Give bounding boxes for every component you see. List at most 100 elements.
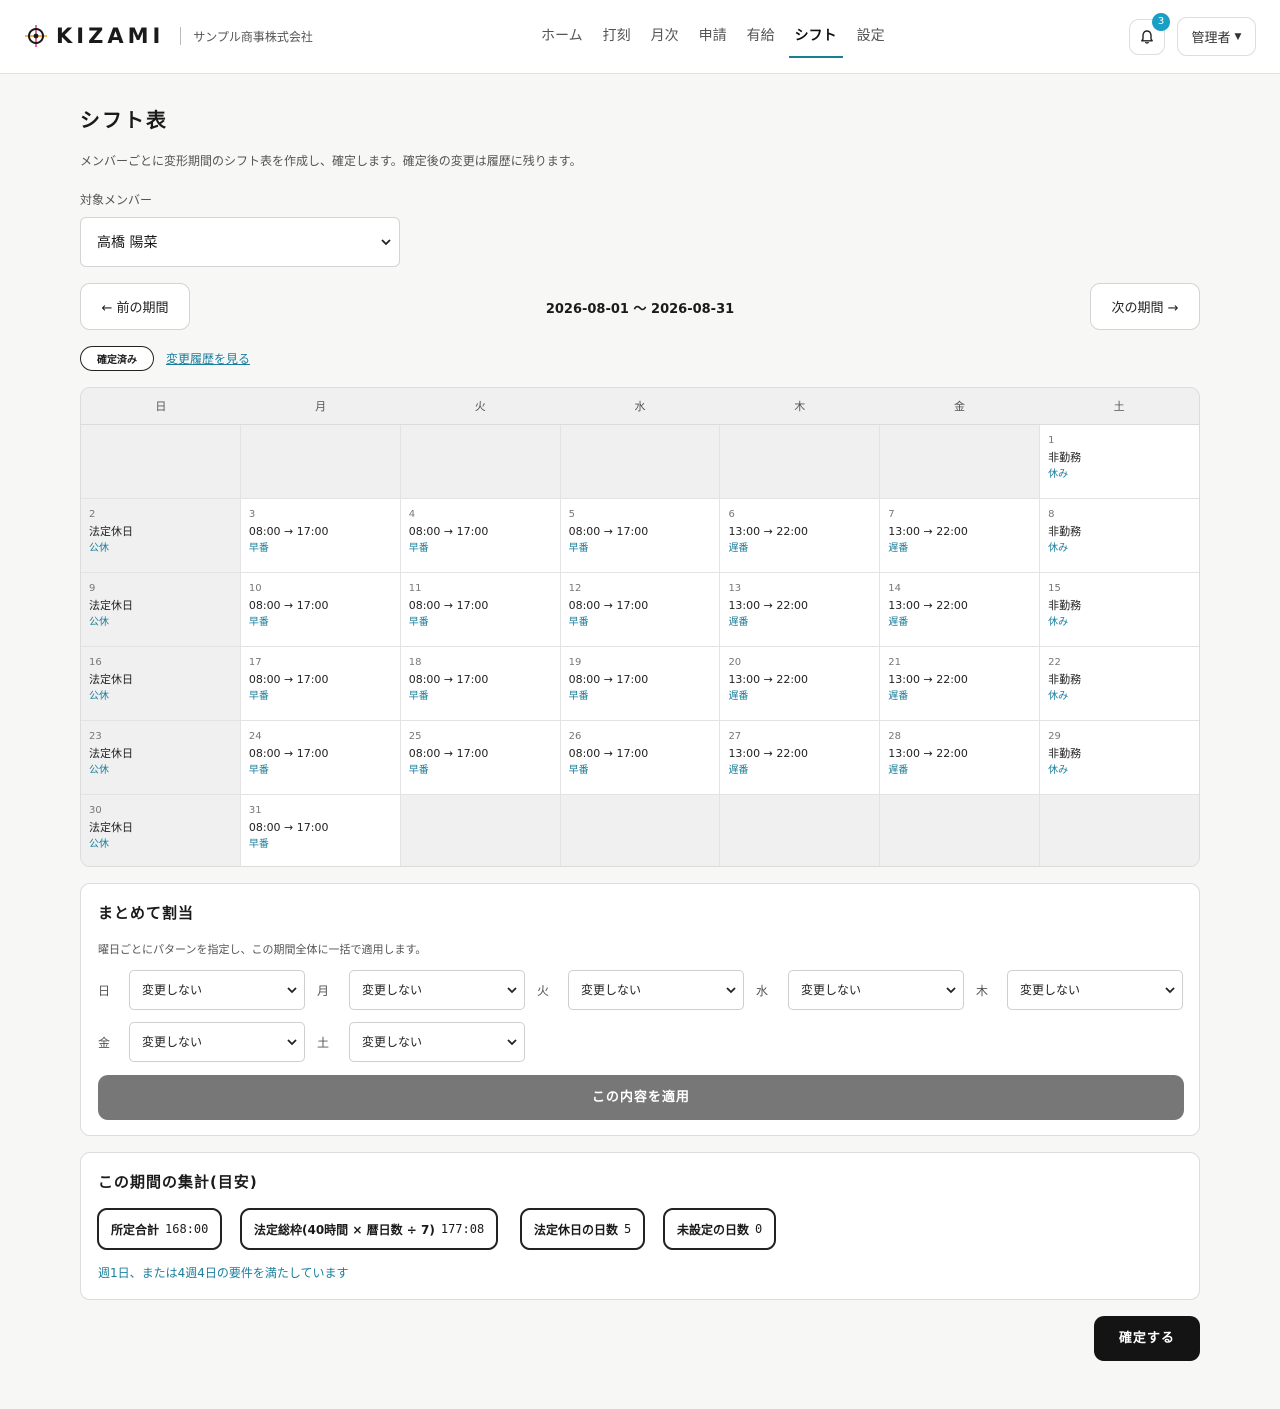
- logo[interactable]: KIZAMI サンプル商事株式会社: [24, 24, 313, 48]
- shift-time: 08:00 → 17:00: [248, 821, 329, 834]
- day-number: 22: [1048, 657, 1061, 668]
- calendar-day-cell[interactable]: 7 13:00 → 22:00 遅番: [880, 499, 1041, 572]
- dow-select-sat[interactable]: 変更しない: [349, 1022, 525, 1062]
- chip-label: 法定休日の日数: [534, 1222, 619, 1237]
- logo-icon: [24, 24, 48, 48]
- calendar-day-cell[interactable]: 3 08:00 → 17:00 早番: [240, 499, 401, 572]
- notification-button[interactable]: 3: [1129, 13, 1170, 55]
- calendar-day-cell[interactable]: 8 非勤務 休み: [1040, 499, 1199, 572]
- calendar-day-cell[interactable]: 30 法定休日 公休: [81, 795, 241, 866]
- shift-pattern: 早番: [248, 617, 269, 628]
- dow-label-sun: 日: [98, 984, 111, 998]
- calendar-empty-cell: [720, 425, 881, 498]
- calendar-day-cell[interactable]: 19 08:00 → 17:00 早番: [560, 647, 721, 720]
- calendar-day-cell[interactable]: 29 非勤務 休み: [1040, 721, 1199, 794]
- bulk-assign-title: まとめて割当: [98, 904, 195, 922]
- calendar-day-cell[interactable]: 15 非勤務 休み: [1040, 573, 1199, 646]
- calendar-empty-cell: [1040, 795, 1199, 866]
- calendar-day-cell[interactable]: 5 08:00 → 17:00 早番: [560, 499, 721, 572]
- shift-pattern: 早番: [408, 543, 429, 554]
- calendar-day-cell[interactable]: 12 08:00 → 17:00 早番: [560, 573, 721, 646]
- calendar-day-cell[interactable]: 24 08:00 → 17:00 早番: [240, 721, 401, 794]
- shift-time: 13:00 → 22:00: [728, 747, 809, 760]
- shift-time: 法定休日: [89, 747, 133, 760]
- bulk-assign-description: 曜日ごとにパターンを指定し、この期間全体に一括で適用します。: [98, 943, 427, 956]
- calendar-day-cell[interactable]: 1 非勤務 休み: [1040, 425, 1199, 498]
- day-number: 23: [89, 731, 102, 742]
- calendar-day-cell[interactable]: 23 法定休日 公休: [81, 721, 241, 794]
- day-number: 31: [248, 805, 262, 816]
- calendar-day-cell[interactable]: 11 08:00 → 17:00 早番: [400, 573, 561, 646]
- dow-select-sun[interactable]: 変更しない: [129, 970, 305, 1010]
- calendar-day-cell[interactable]: 13 13:00 → 22:00 遅番: [720, 573, 881, 646]
- weekday-mon: 月: [315, 400, 327, 413]
- bell-icon: [1141, 30, 1153, 44]
- calendar-day-cell[interactable]: 10 08:00 → 17:00 早番: [240, 573, 401, 646]
- shift-pattern: 早番: [568, 765, 589, 776]
- calendar-day-cell[interactable]: 2 法定休日 公休: [81, 499, 241, 572]
- bulk-assign-card: まとめて割当 曜日ごとにパターンを指定し、この期間全体に一括で適用します。 日 …: [80, 883, 1200, 1136]
- apply-button[interactable]: この内容を適用: [98, 1075, 1184, 1120]
- day-number: 30: [89, 805, 102, 816]
- dow-select-thu[interactable]: 変更しない: [1007, 970, 1183, 1010]
- calendar-day-cell[interactable]: 4 08:00 → 17:00 早番: [400, 499, 561, 572]
- day-number: 29: [1048, 731, 1061, 742]
- dow-select-wed[interactable]: 変更しない: [788, 970, 964, 1010]
- calendar-day-cell[interactable]: 17 08:00 → 17:00 早番: [240, 647, 401, 720]
- dow-select-tue[interactable]: 変更しない: [568, 970, 744, 1010]
- calendar-day-cell[interactable]: 14 13:00 → 22:00 遅番: [880, 573, 1041, 646]
- dow-select-value: 変更しない: [581, 983, 642, 997]
- chip-value: 5: [624, 1222, 632, 1236]
- page-description: メンバーごとに変形期間のシフト表を作成し、確定します。確定後の変更は履歴に残りま…: [80, 154, 582, 168]
- top-header: KIZAMI サンプル商事株式会社 ホーム 打刻 月次 申請 有給 シフト 設定…: [0, 0, 1280, 74]
- shift-pattern: 公休: [89, 691, 109, 702]
- prev-period-button[interactable]: ← 前の期間: [80, 283, 190, 330]
- member-select[interactable]: 高橋 陽菜: [80, 217, 400, 267]
- day-number: 14: [888, 583, 902, 594]
- shift-pattern: 早番: [408, 691, 429, 702]
- day-number: 8: [1048, 509, 1055, 520]
- day-number: 10: [248, 583, 262, 594]
- nav-monthly[interactable]: 月次: [641, 0, 689, 74]
- day-number: 28: [888, 731, 902, 742]
- dow-select-value: 変更しない: [362, 1035, 423, 1049]
- dow-select-fri[interactable]: 変更しない: [129, 1022, 305, 1062]
- shift-time: 非勤務: [1048, 525, 1082, 538]
- calendar-day-cell[interactable]: 21 13:00 → 22:00 遅番: [880, 647, 1041, 720]
- nav-home[interactable]: ホーム: [531, 0, 593, 74]
- calendar-day-cell[interactable]: 25 08:00 → 17:00 早番: [400, 721, 561, 794]
- calendar-day-cell[interactable]: 9 法定休日 公休: [81, 573, 241, 646]
- nav-punch[interactable]: 打刻: [593, 0, 641, 74]
- calendar-day-cell[interactable]: 16 法定休日 公休: [81, 647, 241, 720]
- shift-time: 法定休日: [89, 821, 133, 834]
- calendar-empty-cell: [720, 795, 881, 866]
- chevron-down-icon: [1165, 987, 1175, 994]
- calendar-day-cell[interactable]: 28 13:00 → 22:00 遅番: [880, 721, 1041, 794]
- status-badge: 確定済み: [80, 346, 154, 371]
- history-link[interactable]: 変更履歴を見る: [166, 350, 250, 367]
- nav-shift[interactable]: シフト: [785, 0, 847, 74]
- day-number: 16: [89, 657, 102, 668]
- dow-select-value: 変更しない: [1020, 983, 1081, 997]
- nav-paid-leave[interactable]: 有給: [737, 0, 785, 74]
- next-period-button[interactable]: 次の期間 →: [1090, 283, 1200, 330]
- calendar-day-cell[interactable]: 22 非勤務 休み: [1040, 647, 1199, 720]
- summary-title: この期間の集計(目安): [98, 1173, 258, 1191]
- chip-value: 168:00: [165, 1222, 209, 1236]
- calendar-day-cell[interactable]: 18 08:00 → 17:00 早番: [400, 647, 561, 720]
- calendar-day-cell[interactable]: 26 08:00 → 17:00 早番: [560, 721, 721, 794]
- calendar-day-cell[interactable]: 27 13:00 → 22:00 遅番: [720, 721, 881, 794]
- calendar-day-cell[interactable]: 31 08:00 → 17:00 早番: [240, 795, 401, 866]
- admin-menu-button[interactable]: 管理者 ▼: [1177, 17, 1256, 56]
- day-number: 6: [728, 509, 735, 520]
- day-number: 25: [408, 731, 422, 742]
- calendar-day-cell[interactable]: 6 13:00 → 22:00 遅番: [720, 499, 881, 572]
- chip-label: 所定合計: [111, 1222, 160, 1237]
- calendar-day-cell[interactable]: 20 13:00 → 22:00 遅番: [720, 647, 881, 720]
- nav-request[interactable]: 申請: [689, 0, 737, 74]
- nav-settings[interactable]: 設定: [847, 0, 895, 74]
- confirm-button[interactable]: 確定する: [1094, 1316, 1200, 1361]
- day-number: 27: [728, 731, 742, 742]
- dow-select-mon[interactable]: 変更しない: [349, 970, 525, 1010]
- period-range: 2026-08-01 〜 2026-08-31: [545, 302, 735, 317]
